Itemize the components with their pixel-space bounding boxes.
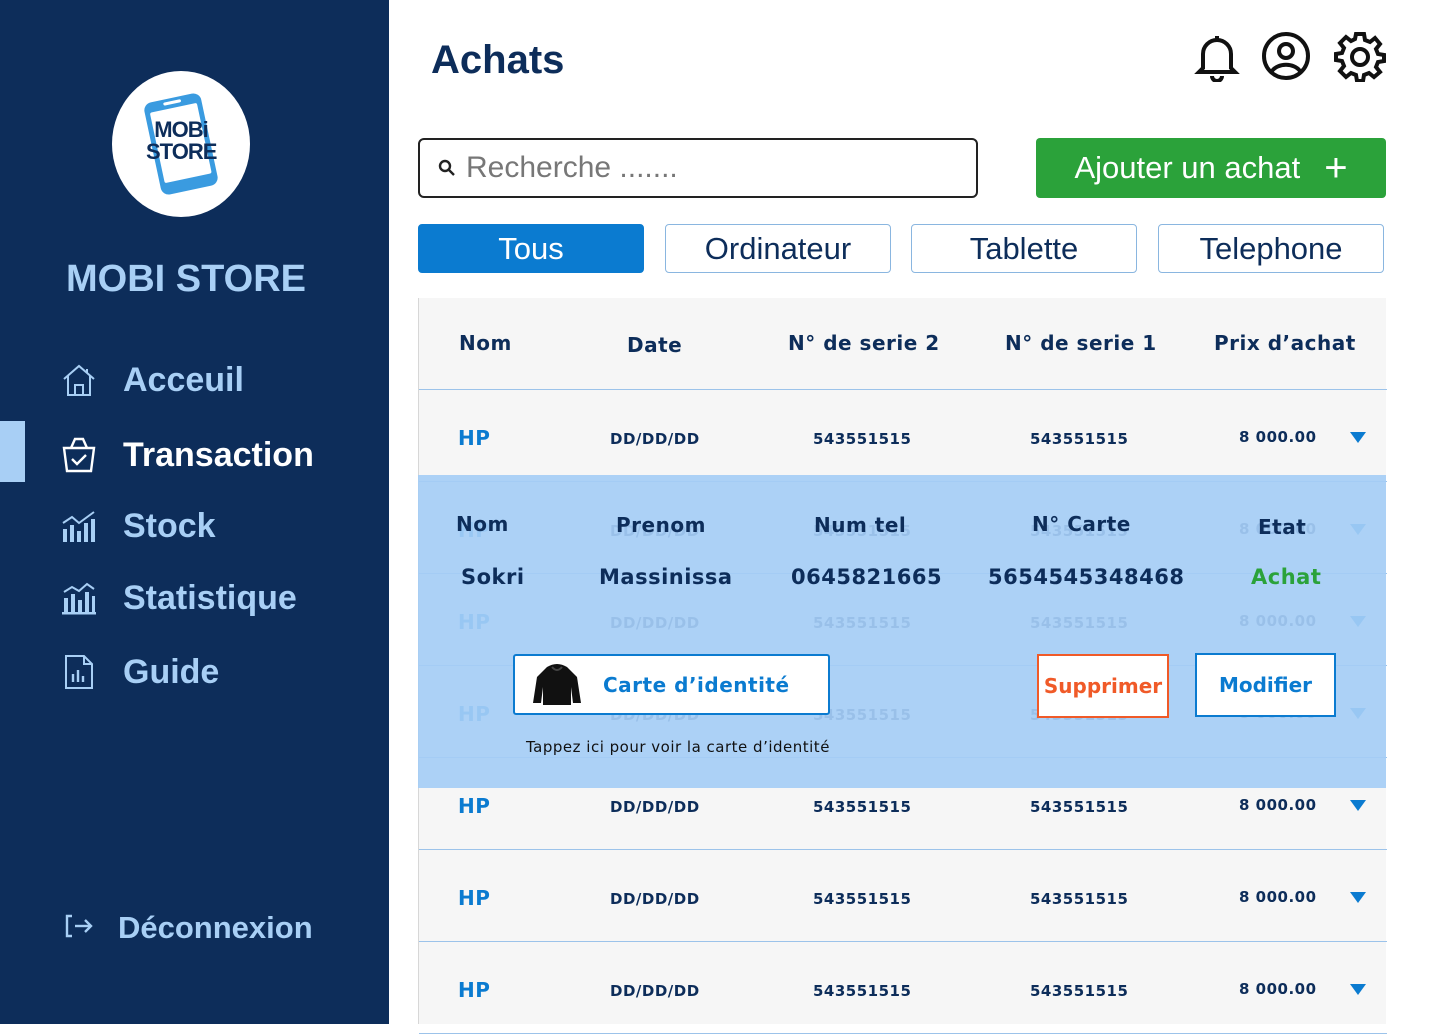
purchase-detail-panel: Nom Prenom Num tel N° Carte Etat Sokri M…: [418, 475, 1386, 788]
cell-nom: HP: [458, 794, 491, 818]
detail-header-nom: Nom: [456, 512, 509, 536]
nav-item-stock[interactable]: Stock: [60, 504, 216, 548]
nav-item-acceuil[interactable]: Acceuil: [60, 358, 244, 402]
active-indicator: [0, 421, 25, 482]
cell-serie2: 543551515: [813, 798, 912, 816]
cell-prix: 8 000.00: [1239, 888, 1317, 906]
nav-label: Guide: [123, 652, 220, 691]
column-header-prix: Prix d’achat: [1214, 331, 1356, 355]
detail-header-etat: Etat: [1258, 515, 1307, 539]
user-icon[interactable]: [1260, 30, 1312, 82]
expand-caret-icon[interactable]: [1350, 984, 1366, 995]
add-purchase-label: Ajouter un achat: [1074, 150, 1301, 185]
document-icon: [60, 653, 98, 691]
detail-value-nom: Sokri: [461, 565, 525, 589]
search-icon: [438, 159, 455, 176]
expand-caret-icon[interactable]: [1350, 892, 1366, 903]
table-row[interactable]: HP DD/DD/DD 543551515 543551515 8 000.00: [419, 390, 1387, 482]
column-header-serie1: N° de serie 1: [1005, 331, 1157, 355]
cell-serie2: 543551515: [813, 430, 912, 448]
logo: MOBi STORE: [112, 71, 250, 217]
cell-prix: 8 000.00: [1239, 796, 1317, 814]
edit-button[interactable]: Modifier: [1195, 653, 1336, 717]
id-card-label: Carte d’identité: [603, 672, 790, 697]
table-row[interactable]: HP DD/DD/DD 543551515 543551515 8 000.00: [419, 942, 1387, 1034]
detail-header-carte: N° Carte: [1032, 512, 1131, 536]
brand-name: MOBI STORE: [66, 258, 306, 300]
cell-date: DD/DD/DD: [610, 982, 700, 1000]
logout-icon: [64, 913, 96, 944]
tab-tablette[interactable]: Tablette: [911, 224, 1137, 273]
id-card-hint: Tappez ici pour voir la carte d’identité: [526, 738, 830, 756]
home-icon: [60, 361, 98, 399]
nav-label: Transaction: [123, 435, 314, 474]
id-card-thumbnail: [533, 663, 581, 705]
nav-item-guide[interactable]: Guide: [60, 650, 219, 694]
nav-label: Statistique: [123, 578, 297, 617]
logo-text: MOBi STORE: [146, 117, 217, 164]
cell-serie1: 543551515: [1030, 798, 1129, 816]
cell-nom: HP: [458, 978, 491, 1002]
add-purchase-button[interactable]: Ajouter un achat +: [1036, 138, 1386, 198]
search-input[interactable]: [466, 151, 946, 185]
table-header: Nom Date N° de serie 2 N° de serie 1 Pri…: [419, 298, 1387, 390]
cell-date: DD/DD/DD: [610, 798, 700, 816]
delete-button[interactable]: Supprimer: [1037, 654, 1169, 718]
column-header-nom: Nom: [459, 331, 512, 355]
detail-value-tel: 0645821665: [791, 565, 943, 589]
detail-value-carte: 5654545348468: [988, 565, 1185, 589]
table-row[interactable]: HP DD/DD/DD 543551515 543551515 8 000.00: [419, 850, 1387, 942]
cell-nom: HP: [458, 426, 491, 450]
id-card-button[interactable]: Carte d’identité: [513, 654, 830, 715]
cell-serie1: 543551515: [1030, 982, 1129, 1000]
bell-icon[interactable]: [1191, 30, 1243, 83]
tab-telephone[interactable]: Telephone: [1158, 224, 1384, 273]
tab-ordinateur[interactable]: Ordinateur: [665, 224, 891, 273]
stats-chart-icon: [60, 579, 98, 617]
plus-icon: +: [1324, 146, 1348, 190]
sidebar: MOBi STORE MOBI STORE Acceuil Transactio…: [0, 0, 389, 1024]
cell-serie1: 543551515: [1030, 430, 1129, 448]
cell-date: DD/DD/DD: [610, 430, 700, 448]
column-header-serie2: N° de serie 2: [788, 331, 940, 355]
cell-serie1: 543551515: [1030, 890, 1129, 908]
bar-chart-icon: [60, 507, 98, 545]
logout-button[interactable]: Déconnexion: [64, 910, 313, 946]
column-header-date: Date: [627, 333, 683, 357]
cell-serie2: 543551515: [813, 982, 912, 1000]
cell-prix: 8 000.00: [1239, 428, 1317, 446]
basket-check-icon: [60, 436, 98, 474]
logout-label: Déconnexion: [118, 910, 313, 945]
cell-serie2: 543551515: [813, 890, 912, 908]
search-box[interactable]: [418, 138, 978, 198]
detail-value-etat: Achat: [1251, 565, 1322, 589]
detail-header-tel: Num tel: [814, 513, 907, 537]
detail-value-prenom: Massinissa: [599, 565, 733, 589]
cell-prix: 8 000.00: [1239, 980, 1317, 998]
page-title: Achats: [431, 38, 565, 82]
expand-caret-icon[interactable]: [1350, 432, 1366, 443]
nav-label: Stock: [123, 506, 216, 545]
nav-item-statistique[interactable]: Statistique: [60, 576, 297, 620]
cell-nom: HP: [458, 886, 491, 910]
tab-tous[interactable]: Tous: [418, 224, 644, 273]
gear-icon[interactable]: [1334, 30, 1386, 83]
expand-caret-icon[interactable]: [1350, 800, 1366, 811]
nav-label: Acceuil: [123, 360, 244, 399]
detail-header-prenom: Prenom: [616, 513, 706, 537]
cell-date: DD/DD/DD: [610, 890, 700, 908]
nav-item-transaction[interactable]: Transaction: [60, 433, 314, 477]
